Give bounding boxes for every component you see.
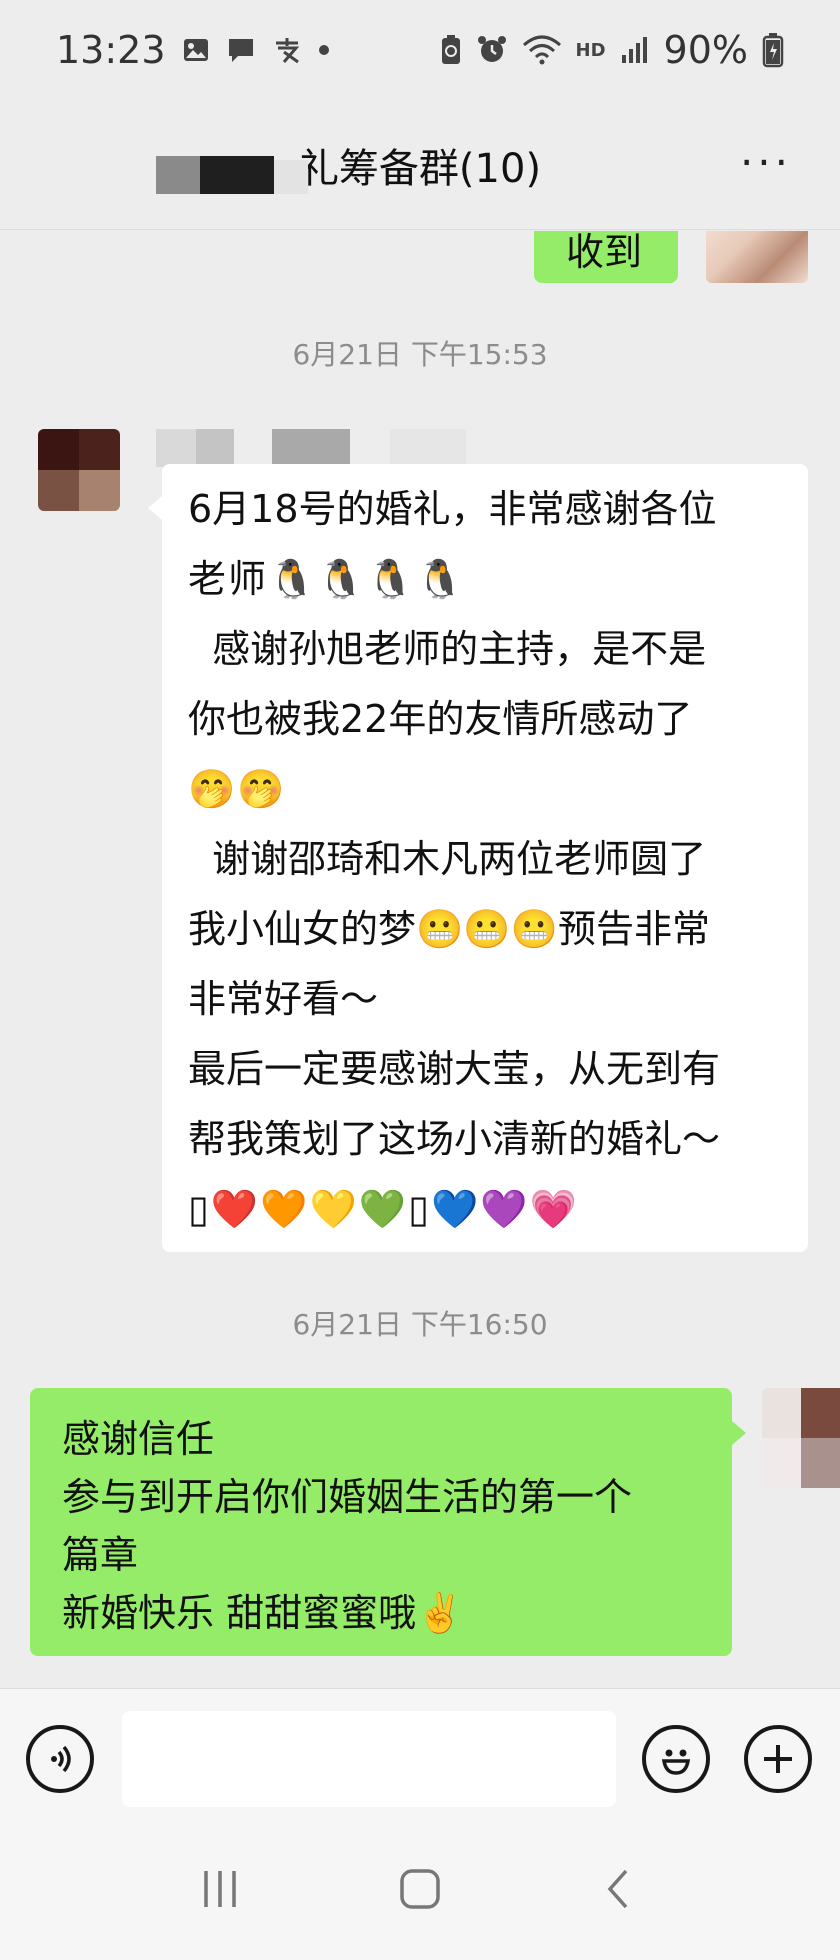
status-bar: 13:23 HD 90% (0, 0, 840, 100)
alipay-icon (272, 36, 302, 64)
plus-icon[interactable] (744, 1725, 812, 1793)
message-line: 我小仙女的梦😬😬😬预告非常 (188, 907, 710, 951)
title-redaction (200, 156, 274, 194)
message-line: 感谢信任 (62, 1417, 215, 1461)
message-line: 非常好看～ (188, 977, 379, 1021)
message-bubble-sent[interactable]: 收到 (534, 231, 678, 283)
chat-message-list[interactable]: 收到 6月21日 下午15:53 6月18号的婚礼，非常感谢各位 老师🐧🐧🐧🐧 … (0, 231, 840, 1688)
status-time: 13:23 (56, 28, 166, 72)
message-line: 帮我策划了这场小清新的婚礼～ (188, 1117, 721, 1161)
timestamp: 6月21日 下午16:50 (292, 1308, 548, 1341)
bubble-tail (732, 1421, 746, 1445)
system-nav-bar (0, 1828, 840, 1960)
battery-saver-icon (440, 34, 462, 66)
input-bar (0, 1688, 840, 1828)
back-button[interactable] (580, 1867, 660, 1922)
message-line: 🤭🤭 (188, 767, 287, 811)
avatar[interactable] (706, 231, 808, 283)
timestamp: 6月21日 下午15:53 (292, 338, 548, 371)
avatar[interactable] (38, 429, 120, 511)
message-text: 收到 (566, 231, 643, 274)
image-icon (182, 36, 210, 64)
message-bubble-received[interactable]: 6月18号的婚礼，非常感谢各位 老师🐧🐧🐧🐧 感谢孙旭老师的主持，是不是 你也被… (162, 464, 808, 1252)
message-bubble-sent[interactable]: 感谢信任 参与到开启你们婚姻生活的第一个 篇章 新婚快乐 甜甜蜜蜜哦✌️ (30, 1388, 732, 1656)
chat-title: 礼筹备群(10) (298, 145, 542, 192)
message-line: 老师🐧🐧🐧🐧 (188, 557, 466, 601)
message-line: 篇章 (62, 1533, 139, 1577)
message-line: 你也被我22年的友情所感动了 (188, 697, 693, 741)
title-redaction (274, 160, 308, 194)
sender-name-redaction (272, 429, 350, 467)
message-line: 参与到开启你们婚姻生活的第一个 (62, 1475, 633, 1519)
sender-name-redaction (196, 429, 234, 467)
status-left: 13:23 (56, 28, 330, 72)
recents-button[interactable] (180, 1867, 260, 1922)
chat-header: 礼筹备群(10) (0, 100, 840, 230)
emoji-icon[interactable] (642, 1725, 710, 1793)
more-options-button[interactable]: ··· (740, 138, 792, 187)
message-line: 新婚快乐 甜甜蜜蜜哦✌️ (62, 1591, 464, 1635)
battery-percent: 90% (663, 28, 748, 72)
message-line: 感谢孙旭老师的主持，是不是 (188, 627, 707, 671)
title-redaction (156, 156, 200, 194)
home-button[interactable] (380, 1867, 460, 1922)
bubble-tail (148, 496, 162, 520)
message-line: 谢谢邵琦和木凡两位老师圆了 (188, 837, 707, 881)
signal-icon (620, 35, 650, 65)
battery-icon (762, 32, 784, 68)
message-input[interactable] (122, 1711, 616, 1807)
alarm-icon (476, 34, 508, 66)
wifi-icon (522, 35, 562, 65)
sender-name-redaction (156, 429, 196, 467)
message-line: 最后一定要感谢大莹，从无到有 (188, 1047, 721, 1091)
message-icon (226, 36, 256, 64)
voice-icon[interactable] (26, 1725, 94, 1793)
dot-icon (318, 44, 330, 56)
avatar[interactable] (762, 1388, 840, 1488)
message-line: ▯❤️🧡💛💚▯💙💜💗 (188, 1187, 580, 1231)
message-line: 6月18号的婚礼，非常感谢各位 (188, 487, 717, 531)
sender-name-redaction (390, 429, 466, 467)
hd-icon: HD (575, 39, 606, 61)
status-right: HD 90% (440, 28, 784, 72)
